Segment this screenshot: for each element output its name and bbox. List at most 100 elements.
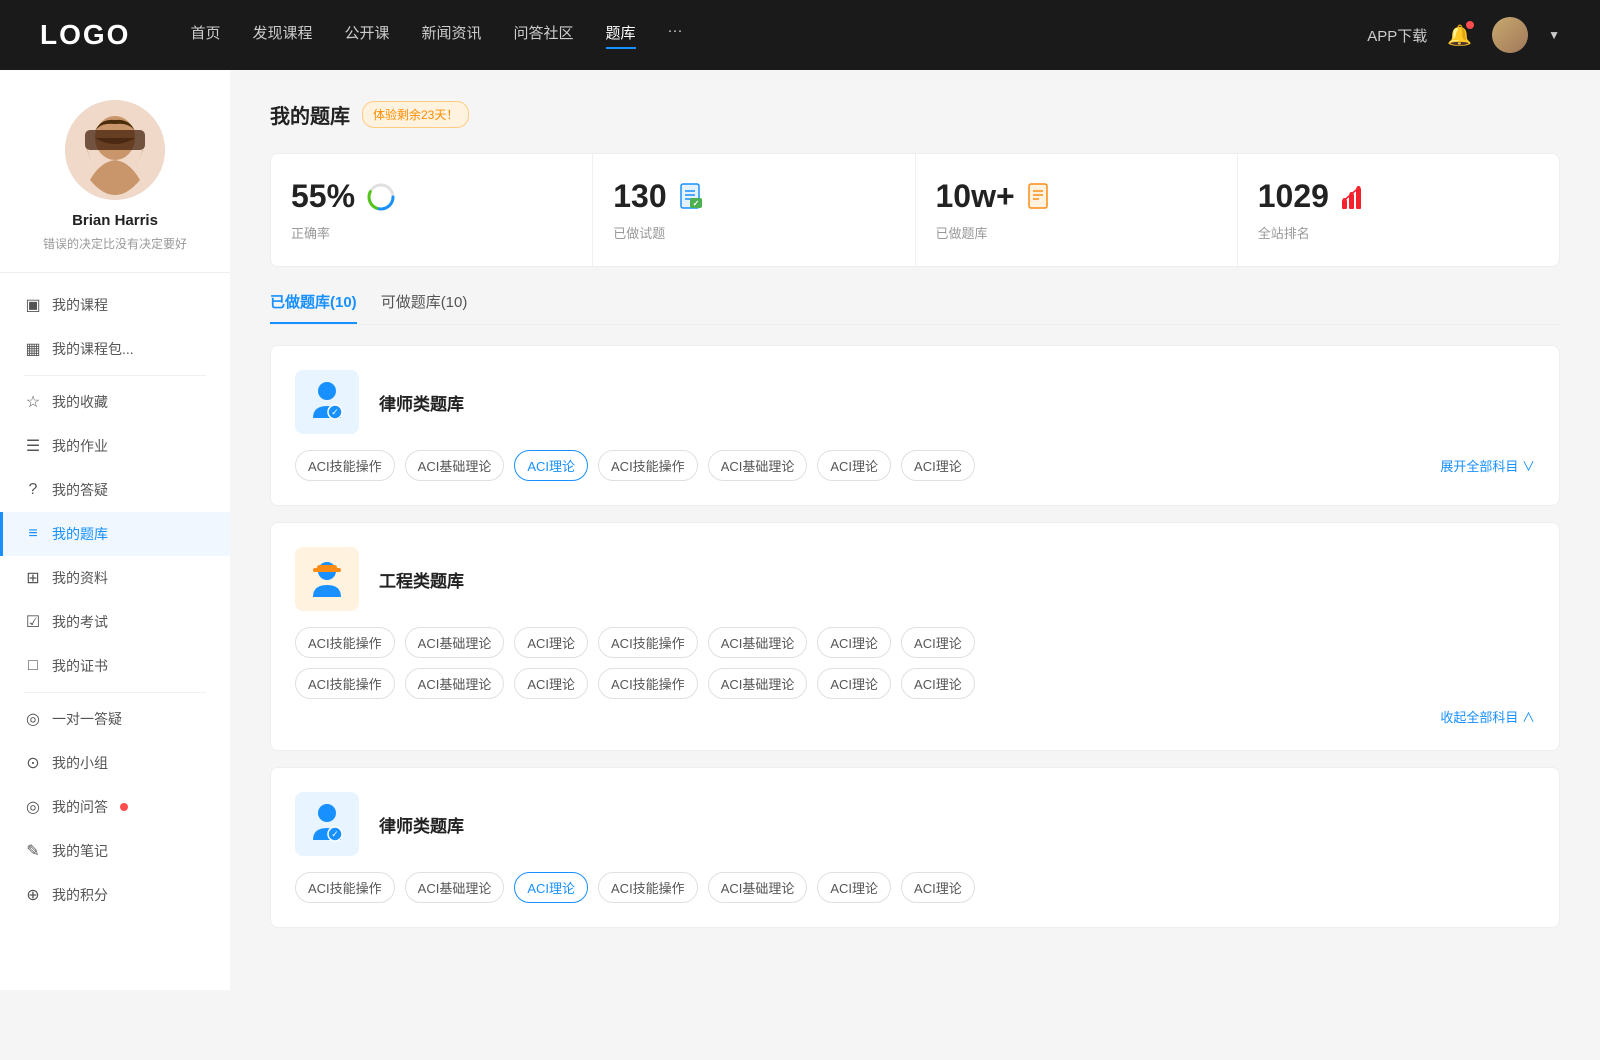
stat-done-questions: 130 ✓ 已做试题 — [593, 154, 915, 266]
nav-logo[interactable]: LOGO — [40, 19, 130, 51]
bank-card-2: 工程类题库 ACI技能操作 ACI基础理论 ACI理论 ACI技能操作 ACI基… — [270, 522, 1560, 751]
tag-aci-theory-1-active[interactable]: ACI理论 — [514, 450, 588, 481]
bank-icon: ≡ — [24, 525, 42, 543]
bank2-tag-theory-2[interactable]: ACI理论 — [817, 627, 891, 658]
nav-news[interactable]: 新闻资讯 — [422, 22, 482, 49]
bank2-tag-basic-2[interactable]: ACI基础理论 — [708, 627, 808, 658]
bank2-tag-skill-1[interactable]: ACI技能操作 — [295, 627, 395, 658]
profile-area: Brian Harris 错误的决定比没有决定要好 — [0, 100, 230, 273]
nav-bell[interactable]: 🔔 — [1447, 23, 1472, 48]
nav-avatar[interactable] — [1492, 17, 1528, 53]
sidebar-item-my-homework[interactable]: ☰ 我的作业 — [0, 424, 230, 468]
sidebar-item-my-points[interactable]: ⊕ 我的积分 — [0, 873, 230, 917]
bank3-tag-basic-1[interactable]: ACI基础理论 — [405, 872, 505, 903]
bank-card-1-tags: ACI技能操作 ACI基础理论 ACI理论 ACI技能操作 ACI基础理论 AC… — [295, 450, 1535, 481]
nav-home[interactable]: 首页 — [190, 22, 220, 49]
bank2-tag-skill-2[interactable]: ACI技能操作 — [598, 627, 698, 658]
tab-done-banks[interactable]: 已做题库(10) — [270, 291, 357, 324]
bank-card-3-icon: ✓ — [295, 792, 359, 856]
stat-ranking: 1029 全站排名 — [1238, 154, 1559, 266]
menu-label-package: 我的课程包... — [52, 339, 134, 359]
nav-download[interactable]: APP下载 — [1367, 25, 1427, 46]
bank-card-1-expand[interactable]: 展开全部科目 ∨ — [1440, 456, 1535, 475]
bank-card-2-collapse[interactable]: 收起全部科目 ∧ — [295, 707, 1535, 726]
one-on-one-icon: ◎ — [24, 709, 42, 729]
trial-badge: 体验剩余23天！ — [362, 101, 469, 128]
bank2-tag-theory-1[interactable]: ACI理论 — [514, 627, 588, 658]
stat-accuracy: 55% 正确率 — [271, 154, 593, 266]
nav-bank[interactable]: 题库 — [606, 22, 636, 49]
menu-label-data: 我的资料 — [52, 568, 108, 588]
profile-name: Brian Harris — [72, 212, 158, 229]
bank2-tag-skill-3[interactable]: ACI技能操作 — [295, 668, 395, 699]
menu-divider-1 — [24, 375, 206, 376]
bell-notification-dot — [1466, 21, 1474, 29]
doc-blue-icon: ✓ — [677, 182, 707, 212]
tab-todo-banks[interactable]: 可做题库(10) — [381, 291, 468, 324]
bank2-tag-theory-5[interactable]: ACI理论 — [817, 668, 891, 699]
bank2-tag-theory-4[interactable]: ACI理论 — [514, 668, 588, 699]
bank2-tag-basic-3[interactable]: ACI基础理论 — [405, 668, 505, 699]
sidebar-item-my-data[interactable]: ⊞ 我的资料 — [0, 556, 230, 600]
nav-courses[interactable]: 发现课程 — [252, 22, 312, 49]
bank-card-1-icon: ✓ — [295, 370, 359, 434]
nav-open[interactable]: 公开课 — [344, 22, 389, 49]
bank2-tag-basic-1[interactable]: ACI基础理论 — [405, 627, 505, 658]
nav-more[interactable]: ··· — [668, 22, 683, 49]
menu-label-group: 我的小组 — [52, 753, 108, 773]
svg-text:✓: ✓ — [331, 829, 339, 839]
profile-motto: 错误的决定比没有决定要好 — [43, 235, 187, 252]
page-title: 我的题库 — [270, 100, 350, 129]
sidebar-item-my-group[interactable]: ⊙ 我的小组 — [0, 741, 230, 785]
tag-aci-skill-1[interactable]: ACI技能操作 — [295, 450, 395, 481]
tag-aci-theory-3[interactable]: ACI理论 — [901, 450, 975, 481]
sidebar-item-my-favorite[interactable]: ☆ 我的收藏 — [0, 380, 230, 424]
chart-red-icon — [1339, 182, 1369, 212]
tag-aci-skill-2[interactable]: ACI技能操作 — [598, 450, 698, 481]
bank2-tag-skill-4[interactable]: ACI技能操作 — [598, 668, 698, 699]
bank2-tag-basic-4[interactable]: ACI基础理论 — [708, 668, 808, 699]
sidebar-item-my-question[interactable]: ? 我的答疑 — [0, 468, 230, 512]
sidebar-item-my-answer[interactable]: ◎ 我的问答 — [0, 785, 230, 829]
nav-dropdown-chevron[interactable]: ▼ — [1548, 28, 1560, 42]
tag-aci-theory-2[interactable]: ACI理论 — [817, 450, 891, 481]
homework-icon: ☰ — [24, 436, 42, 456]
svg-text:✓: ✓ — [331, 407, 339, 417]
sidebar-item-my-course[interactable]: ▣ 我的课程 — [0, 283, 230, 327]
nav-right: APP下载 🔔 ▼ — [1367, 17, 1560, 53]
bank3-tag-theory-2[interactable]: ACI理论 — [817, 872, 891, 903]
bank3-tag-skill-1[interactable]: ACI技能操作 — [295, 872, 395, 903]
menu-label-cert: 我的证书 — [52, 656, 108, 676]
sidebar-item-my-exam[interactable]: ☑ 我的考试 — [0, 600, 230, 644]
sidebar: Brian Harris 错误的决定比没有决定要好 ▣ 我的课程 ▦ 我的课程包… — [0, 70, 230, 990]
menu-label-exam: 我的考试 — [52, 612, 108, 632]
stat-done-questions-row: 130 ✓ — [613, 178, 894, 215]
avatar-image — [1492, 17, 1528, 53]
menu-label-notes: 我的笔记 — [52, 841, 108, 861]
sidebar-item-one-on-one[interactable]: ◎ 一对一答疑 — [0, 697, 230, 741]
bank-card-2-tags-row1: ACI技能操作 ACI基础理论 ACI理论 ACI技能操作 ACI基础理论 AC… — [295, 627, 1535, 658]
sidebar-item-my-package[interactable]: ▦ 我的课程包... — [0, 327, 230, 371]
bank3-tag-basic-2[interactable]: ACI基础理论 — [708, 872, 808, 903]
bank3-tag-skill-2[interactable]: ACI技能操作 — [598, 872, 698, 903]
answer-icon: ◎ — [24, 797, 42, 817]
bank-card-2-tags-row2: ACI技能操作 ACI基础理论 ACI理论 ACI技能操作 ACI基础理论 AC… — [295, 668, 1535, 699]
sidebar-item-my-cert[interactable]: □ 我的证书 — [0, 644, 230, 688]
sidebar-item-my-bank[interactable]: ≡ 我的题库 — [0, 512, 230, 556]
bank3-tag-theory-1-active[interactable]: ACI理论 — [514, 872, 588, 903]
tab-bar: 已做题库(10) 可做题库(10) — [270, 291, 1560, 325]
main-layout: Brian Harris 错误的决定比没有决定要好 ▣ 我的课程 ▦ 我的课程包… — [0, 70, 1600, 990]
bank2-tag-theory-3[interactable]: ACI理论 — [901, 627, 975, 658]
doc-orange-icon — [1025, 182, 1055, 212]
sidebar-item-my-notes[interactable]: ✎ 我的笔记 — [0, 829, 230, 873]
profile-avatar — [65, 100, 165, 200]
bank-card-1: ✓ 律师类题库 ACI技能操作 ACI基础理论 ACI理论 ACI技能操作 AC… — [270, 345, 1560, 506]
question-icon: ? — [24, 481, 42, 499]
stat-done-banks-label: 已做题库 — [936, 223, 1217, 242]
bank3-tag-theory-3[interactable]: ACI理论 — [901, 872, 975, 903]
bank2-tag-theory-6[interactable]: ACI理论 — [901, 668, 975, 699]
bank-card-3: ✓ 律师类题库 ACI技能操作 ACI基础理论 ACI理论 ACI技能操作 AC… — [270, 767, 1560, 928]
tag-aci-basic-1[interactable]: ACI基础理论 — [405, 450, 505, 481]
nav-qa[interactable]: 问答社区 — [514, 22, 574, 49]
tag-aci-basic-2[interactable]: ACI基础理论 — [708, 450, 808, 481]
